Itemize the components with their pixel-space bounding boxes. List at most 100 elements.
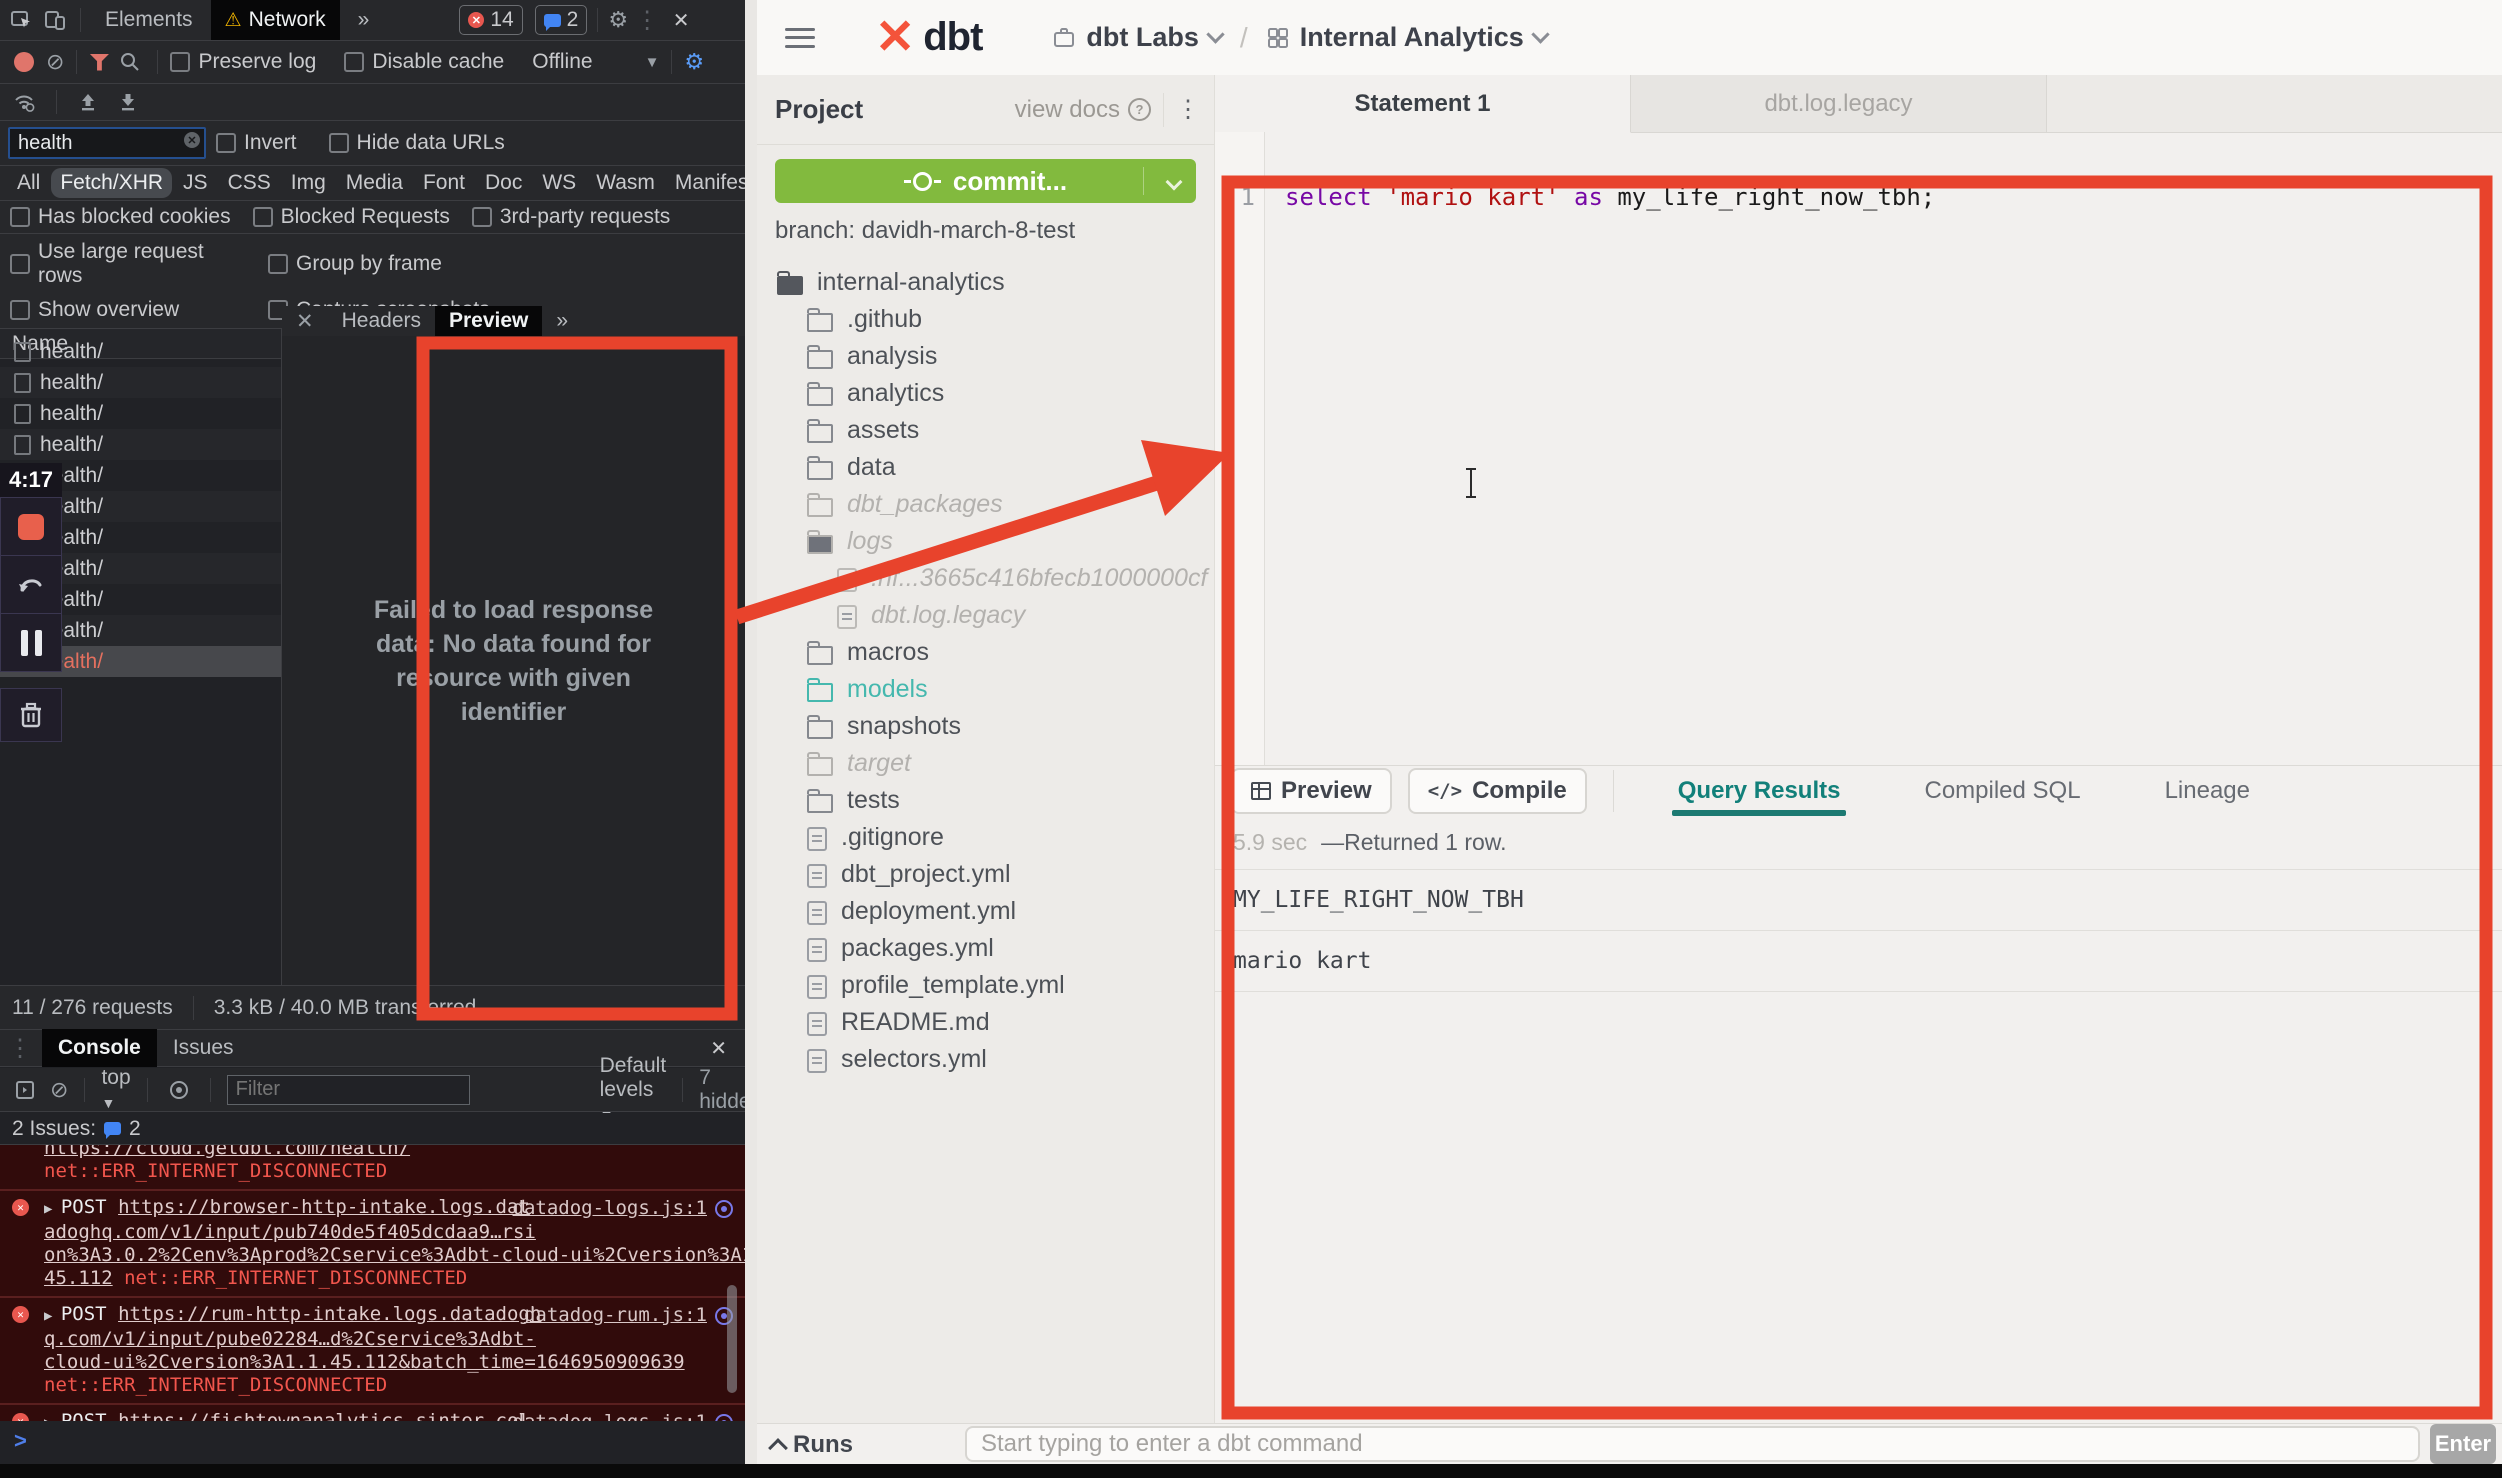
delete-recording-button[interactable] <box>0 688 62 742</box>
tree-item-internal-analytics[interactable]: internal-analytics <box>757 265 1214 302</box>
hide-data-urls-checkbox[interactable]: Hide data URLs <box>329 131 505 155</box>
tab-dbt-log-legacy[interactable]: dbt.log.legacy <box>1631 75 2047 132</box>
type-pill-all[interactable]: All <box>8 168 49 198</box>
console-prompt-icon[interactable]: > <box>14 1428 27 1454</box>
type-pill-ws[interactable]: WS <box>533 168 585 198</box>
network-request-row[interactable]: health/ <box>0 336 281 367</box>
context-select[interactable]: top ▼ <box>101 1066 130 1114</box>
tree-item-github[interactable]: .github <box>757 302 1214 339</box>
runs-toggle[interactable]: Runs <box>771 1431 853 1459</box>
type-pill-media[interactable]: Media <box>337 168 412 198</box>
account-switcher[interactable]: dbt Labs <box>1052 22 1222 53</box>
sql-code-line[interactable]: select 'mario kart' as my_life_right_now… <box>1285 183 1935 211</box>
tree-item-profile-template-yml[interactable]: profile_template.yml <box>757 968 1214 1005</box>
network-settings-gear-icon[interactable]: ⚙ <box>684 51 704 73</box>
pause-recording-button[interactable] <box>1 614 61 671</box>
inspect-icon[interactable] <box>6 6 36 34</box>
clear-filter-icon[interactable]: ✕ <box>184 132 200 148</box>
console-source-link[interactable]: datadog-logs.js:1 <box>513 1197 707 1220</box>
type-pill-doc[interactable]: Doc <box>476 168 531 198</box>
sidebar-menu-icon[interactable]: ⋮ <box>1176 95 1200 124</box>
tree-item-readme-md[interactable]: README.md <box>757 1005 1214 1042</box>
option-check-use-large-request-rows[interactable]: Use large request rows <box>10 240 246 288</box>
close-devtools-icon[interactable]: ✕ <box>666 6 696 34</box>
filter-funnel-icon[interactable] <box>89 54 109 71</box>
invert-checkbox[interactable]: Invert <box>216 131 297 155</box>
type-pill-fetch-xhr[interactable]: Fetch/XHR <box>51 168 172 198</box>
console-sidebar-icon[interactable] <box>10 1076 40 1104</box>
more-detail-tabs-button[interactable]: » <box>542 306 582 336</box>
tab-issues[interactable]: Issues <box>157 1029 250 1067</box>
import-har-icon[interactable] <box>73 88 103 116</box>
console-filter-input[interactable] <box>227 1075 470 1105</box>
throttling-dropdown-icon[interactable]: ▼ <box>645 54 660 71</box>
error-count-badge[interactable]: ✕ 14 <box>459 5 522 35</box>
device-toolbar-icon[interactable] <box>40 6 70 34</box>
throttling-select[interactable]: Offline <box>532 50 592 74</box>
panel-divider[interactable] <box>745 0 757 1464</box>
view-docs-link[interactable]: view docs ? <box>1015 96 1151 124</box>
tree-item-packages-yml[interactable]: packages.yml <box>757 931 1214 968</box>
tab-network[interactable]: ⚠ Network <box>211 0 340 40</box>
tree-item-snapshots[interactable]: snapshots <box>757 709 1214 746</box>
tab-statement-1[interactable]: Statement 1 <box>1215 75 1631 133</box>
help-icon[interactable]: ? <box>1128 98 1151 121</box>
type-pill-css[interactable]: CSS <box>219 168 280 198</box>
clear-console-icon[interactable]: ⊘ <box>50 1079 68 1101</box>
tree-item-deployment-yml[interactable]: deployment.yml <box>757 894 1214 931</box>
tree-item-analysis[interactable]: analysis <box>757 339 1214 376</box>
tree-item-selectors-yml[interactable]: selectors.yml <box>757 1042 1214 1079</box>
tab-compiled-sql[interactable]: Compiled SQL <box>1924 766 2080 816</box>
commit-dropdown-icon[interactable] <box>1166 174 1183 191</box>
stop-recording-button[interactable] <box>1 498 61 556</box>
console-source-link[interactable]: datadog-rum.js:1 <box>524 1304 707 1327</box>
project-switcher[interactable]: Internal Analytics <box>1266 22 1547 53</box>
tree-item-tests[interactable]: tests <box>757 783 1214 820</box>
tab-headers[interactable]: Headers <box>328 306 435 336</box>
console-scrollbar[interactable] <box>727 1285 737 1393</box>
tree-item-models[interactable]: models <box>757 672 1214 709</box>
network-conditions-icon[interactable] <box>10 88 40 116</box>
disable-cache-checkbox[interactable]: Disable cache <box>344 50 504 74</box>
tree-item-analytics[interactable]: analytics <box>757 376 1214 413</box>
tab-query-results[interactable]: Query Results <box>1678 766 1841 816</box>
network-request-row[interactable]: health/ <box>0 429 281 460</box>
network-request-row[interactable]: health/ <box>0 367 281 398</box>
export-har-icon[interactable] <box>113 88 143 116</box>
filter-check-3rd-party-requests[interactable]: 3rd-party requests <box>472 205 670 229</box>
close-detail-icon[interactable]: ✕ <box>282 306 328 336</box>
clear-icon[interactable]: ⊘ <box>46 51 64 73</box>
hamburger-menu-icon[interactable] <box>785 28 815 48</box>
tree-item-nf-3665c416bfecb1000000cf[interactable]: .nf...3665c416bfecb1000000cf <box>757 561 1214 598</box>
search-icon[interactable] <box>115 48 145 76</box>
dbt-command-input[interactable] <box>965 1426 2420 1462</box>
tree-item-dbt-packages[interactable]: dbt_packages <box>757 487 1214 524</box>
tab-lineage[interactable]: Lineage <box>2165 766 2250 816</box>
issues-bar[interactable]: 2 Issues: 2 <box>0 1113 745 1145</box>
restart-recording-button[interactable] <box>1 556 61 614</box>
compile-button[interactable]: </> Compile <box>1408 768 1587 814</box>
tree-item-gitignore[interactable]: .gitignore <box>757 820 1214 857</box>
column-header[interactable]: MY_LIFE_RIGHT_NOW_TBH <box>1233 887 1524 913</box>
more-tabs-button[interactable]: » <box>344 0 384 40</box>
settings-gear-icon[interactable]: ⚙ <box>608 9 628 31</box>
type-pill-wasm[interactable]: Wasm <box>587 168 664 198</box>
tree-item-data[interactable]: data <box>757 450 1214 487</box>
close-drawer-icon[interactable]: ✕ <box>710 1036 737 1061</box>
option-check-group-by-frame[interactable]: Group by frame <box>268 240 713 288</box>
preserve-log-checkbox[interactable]: Preserve log <box>170 50 316 74</box>
results-data-row[interactable]: mario kart <box>1215 931 2502 992</box>
filter-check-blocked-requests[interactable]: Blocked Requests <box>253 205 450 229</box>
tree-item-logs[interactable]: logs <box>757 524 1214 561</box>
type-pill-js[interactable]: JS <box>174 168 217 198</box>
record-icon[interactable] <box>14 52 34 72</box>
tab-preview[interactable]: Preview <box>435 306 542 336</box>
network-filter-input[interactable] <box>8 127 206 159</box>
network-request-row[interactable]: health/ <box>0 398 281 429</box>
tree-item-dbt-project-yml[interactable]: dbt_project.yml <box>757 857 1214 894</box>
filter-check-has-blocked-cookies[interactable]: Has blocked cookies <box>10 205 231 229</box>
preview-button[interactable]: Preview <box>1231 768 1392 814</box>
live-expression-icon[interactable] <box>164 1076 194 1104</box>
drawer-menu-icon[interactable]: ⋮ <box>8 1034 32 1063</box>
console-source-link[interactable]: datadog-logs.js:1 <box>513 1411 707 1421</box>
